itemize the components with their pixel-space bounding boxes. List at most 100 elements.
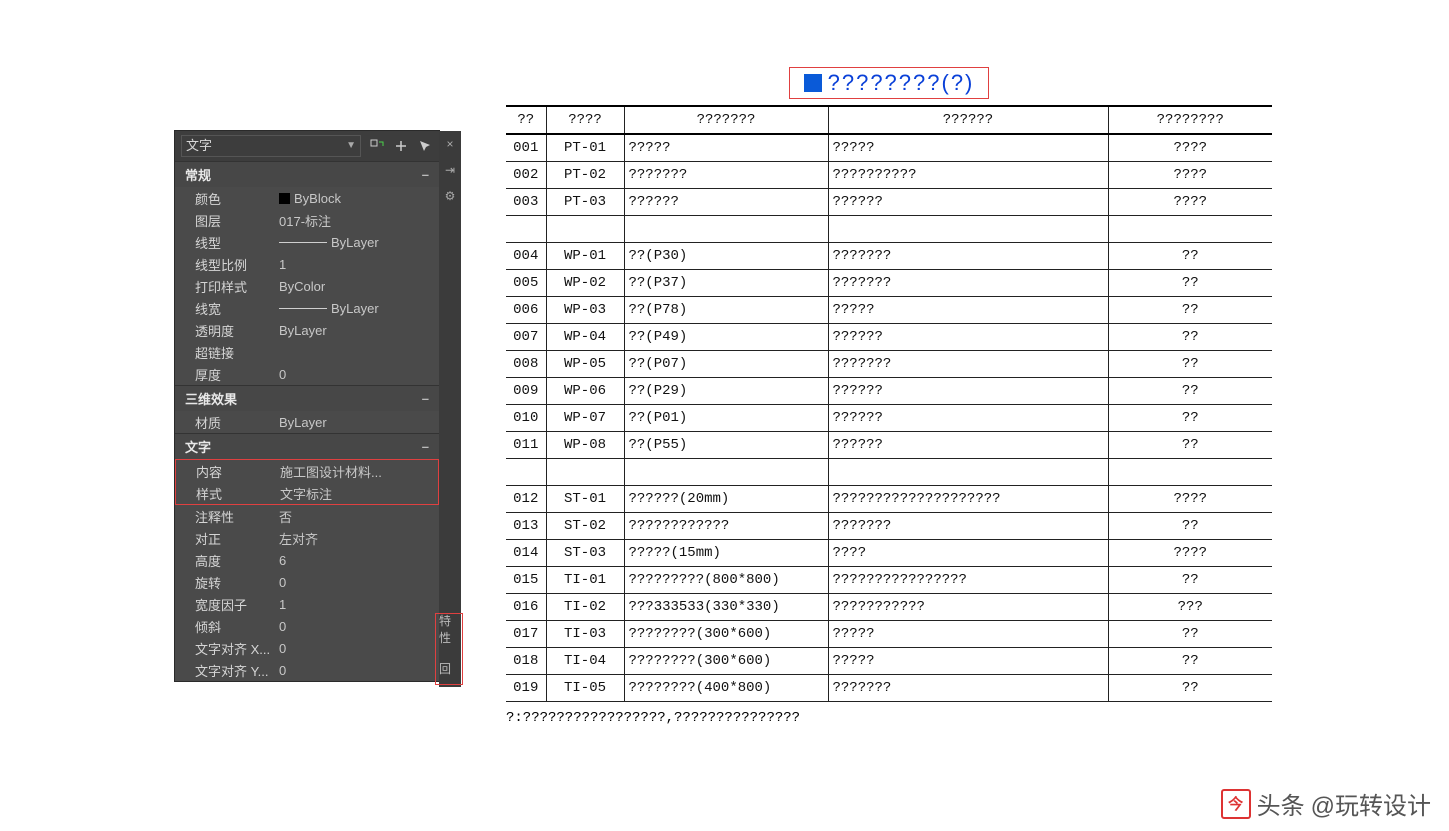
- section-title: 常规: [185, 165, 211, 184]
- cell-source: ????: [1108, 540, 1272, 567]
- prop-plotstyle[interactable]: 打印样式 ByColor: [175, 275, 439, 297]
- watermark-logo-icon: 今: [1221, 789, 1251, 819]
- cell-source: ????: [1108, 486, 1272, 513]
- table-row: 006WP-03??(P78)???????: [506, 297, 1272, 324]
- cell-code: WP-02: [546, 270, 624, 297]
- prop-aligny[interactable]: 文字对齐 Y... 0: [175, 659, 439, 681]
- prop-transparency[interactable]: 透明度 ByLayer: [175, 319, 439, 341]
- cell-name: ??(P30): [624, 243, 828, 270]
- cell-spec: ???????: [828, 243, 1108, 270]
- palette-header: 文字 ▼: [175, 131, 439, 161]
- cell-seq: 013: [506, 513, 546, 540]
- cell-spec: ???????: [828, 270, 1108, 297]
- cell-code: ST-02: [546, 513, 624, 540]
- cell-code: WP-01: [546, 243, 624, 270]
- table-row: 010WP-07??(P01)????????: [506, 405, 1272, 432]
- cell-seq: 002: [506, 162, 546, 189]
- prop-annotative[interactable]: 注释性 否: [175, 505, 439, 527]
- section-text: 文字 – 内容 施工图设计材料... 样式 文字标注 注释性 否 对正 左对齐 …: [175, 433, 439, 681]
- cell-source: ???: [1108, 594, 1272, 621]
- cell-spec: ???????: [828, 351, 1108, 378]
- cell-seq: 019: [506, 675, 546, 702]
- table-row: 017TI-03????????(300*600)???????: [506, 621, 1272, 648]
- prop-hyperlink[interactable]: 超链接: [175, 341, 439, 363]
- cell-source: ??: [1108, 621, 1272, 648]
- table-row: 001PT-01??????????????: [506, 134, 1272, 162]
- cell-name: ?????(15mm): [624, 540, 828, 567]
- cell-code: PT-03: [546, 189, 624, 216]
- quick-select-icon[interactable]: [369, 138, 385, 154]
- section-head-3d[interactable]: 三维效果 –: [175, 385, 439, 411]
- object-type-selector[interactable]: 文字 ▼: [181, 135, 361, 157]
- cell-spec: ??????????: [828, 162, 1108, 189]
- prop-content[interactable]: 内容 施工图设计材料...: [176, 460, 438, 482]
- cell-source: ??: [1108, 351, 1272, 378]
- table-header-row: ?? ???? ??????? ?????? ????????: [506, 106, 1272, 134]
- cell-spec: ??????: [828, 432, 1108, 459]
- properties-palette: 文字 ▼ × ⇥ ⚙ 特性 回 常规 – 颜色: [175, 131, 439, 681]
- cell-source: ????: [1108, 162, 1272, 189]
- cell-code: ST-03: [546, 540, 624, 567]
- section-head-general[interactable]: 常规 –: [175, 161, 439, 187]
- cell-seq: 007: [506, 324, 546, 351]
- cell-name: ???????: [624, 162, 828, 189]
- close-icon[interactable]: ×: [446, 137, 453, 151]
- section-head-text[interactable]: 文字 –: [175, 433, 439, 459]
- prop-color[interactable]: 颜色 ByBlock: [175, 187, 439, 209]
- prop-height[interactable]: 高度 6: [175, 549, 439, 571]
- prop-linetype[interactable]: 线型 ByLayer: [175, 231, 439, 253]
- cell-name: ??(P07): [624, 351, 828, 378]
- cell-name: ?????: [624, 134, 828, 162]
- prop-layer[interactable]: 图层 017-标注: [175, 209, 439, 231]
- cell-spec: ?????: [828, 648, 1108, 675]
- prop-widthfactor[interactable]: 宽度因子 1: [175, 593, 439, 615]
- cell-code: ST-01: [546, 486, 624, 513]
- watermark: 今 头条 @玩转设计: [1221, 786, 1431, 821]
- collapse-icon: –: [422, 439, 429, 454]
- prop-justify[interactable]: 对正 左对齐: [175, 527, 439, 549]
- cell-code: PT-01: [546, 134, 624, 162]
- table-row: 013ST-02?????????????????????: [506, 513, 1272, 540]
- watermark-brand: 头条: [1257, 786, 1305, 821]
- cell-seq: 005: [506, 270, 546, 297]
- cell-code: TI-03: [546, 621, 624, 648]
- prop-thickness[interactable]: 厚度 0: [175, 363, 439, 385]
- select-objects-icon[interactable]: [417, 138, 433, 154]
- prop-rotation[interactable]: 旋转 0: [175, 571, 439, 593]
- gear-icon[interactable]: ⚙: [445, 189, 456, 203]
- cell-name: ??(P49): [624, 324, 828, 351]
- cell-name: ????????(300*600): [624, 621, 828, 648]
- cell-code: TI-04: [546, 648, 624, 675]
- prop-style[interactable]: 样式 文字标注: [176, 482, 438, 504]
- section-3d: 三维效果 – 材质 ByLayer: [175, 385, 439, 433]
- cell-spec: ????????????????????: [828, 486, 1108, 513]
- table-row: 015TI-01?????????(800*800)??????????????…: [506, 567, 1272, 594]
- prop-oblique[interactable]: 倾斜 0: [175, 615, 439, 637]
- annotation-box-2: [435, 613, 463, 685]
- cell-name: ??????: [624, 189, 828, 216]
- cell-source: ??: [1108, 567, 1272, 594]
- table-row: 007WP-04??(P49)????????: [506, 324, 1272, 351]
- table-row: 003PT-03????????????????: [506, 189, 1272, 216]
- cell-spec: ??????: [828, 405, 1108, 432]
- watermark-handle: @玩转设计: [1311, 786, 1431, 821]
- table-title-selected[interactable]: ????????(?): [789, 67, 990, 99]
- table-row: 014ST-03?????(15mm)????????: [506, 540, 1272, 567]
- prop-alignx[interactable]: 文字对齐 X... 0: [175, 637, 439, 659]
- prop-material[interactable]: 材质 ByLayer: [175, 411, 439, 433]
- table-row: 009WP-06??(P29)????????: [506, 378, 1272, 405]
- th-name: ???????: [624, 106, 828, 134]
- prop-lineweight[interactable]: 线宽 ByLayer: [175, 297, 439, 319]
- palette-sidebar: × ⇥ ⚙ 特性 回: [439, 131, 461, 687]
- cell-source: ??: [1108, 405, 1272, 432]
- cell-code: WP-08: [546, 432, 624, 459]
- cell-name: ??(P37): [624, 270, 828, 297]
- line-sample-icon: [279, 308, 327, 309]
- cell-code: TI-05: [546, 675, 624, 702]
- table-row: [506, 459, 1272, 486]
- cell-seq: 006: [506, 297, 546, 324]
- pickadd-icon[interactable]: [393, 138, 409, 154]
- pin-icon[interactable]: ⇥: [445, 163, 455, 177]
- cell-name: ?????????(800*800): [624, 567, 828, 594]
- prop-linescale[interactable]: 线型比例 1: [175, 253, 439, 275]
